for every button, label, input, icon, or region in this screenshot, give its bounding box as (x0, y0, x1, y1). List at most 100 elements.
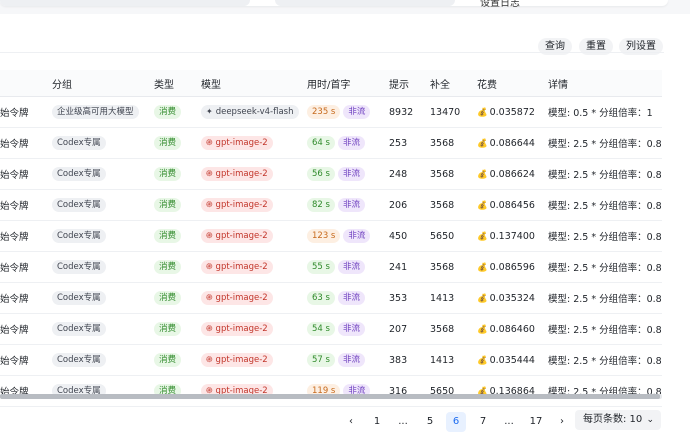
model-icon: ֎ (206, 200, 213, 209)
page-button-17[interactable]: 17 (526, 412, 546, 432)
model-cell: ֎ gpt-image-2 (201, 344, 307, 376)
cost-cell: 💰 0.035872 (477, 96, 548, 128)
horizontal-scrollbar[interactable] (0, 394, 662, 399)
chevron-down-icon: ⌄ (646, 415, 654, 425)
col-detail: 详情 (548, 70, 662, 97)
toolbar-divider (0, 52, 664, 53)
pagination-ellipsis[interactable]: ... (499, 412, 519, 432)
completion-cell: 5650 (430, 220, 477, 252)
cost-value: 0.086460 (489, 323, 535, 335)
model-tag[interactable]: ✦ deepseek-v4-flash (201, 105, 299, 119)
table-row[interactable]: 始令牌 Codex专属 消费 ֎ gpt-image-2 57 s 非流 383 1… (0, 344, 662, 376)
group-cell: Codex专属 (52, 344, 154, 376)
model-tag[interactable]: ֎ gpt-image-2 (201, 260, 273, 274)
token-cell: 始令牌 (0, 158, 52, 190)
time-tag: 57 s (307, 353, 335, 367)
type-cell: 消费 (154, 158, 201, 190)
prompt-cell: 450 (389, 220, 430, 252)
table-row[interactable]: 始令牌 Codex专属 消费 ֎ gpt-image-2 63 s 非流 353 1… (0, 282, 662, 314)
model-tag[interactable]: ֎ gpt-image-2 (201, 229, 273, 243)
type-tag: 消费 (154, 105, 182, 119)
table-row[interactable]: 始令牌 Codex专属 消费 ֎ gpt-image-2 123 s 非流 450 … (0, 220, 662, 252)
money-bag-icon: 💰 (477, 231, 488, 242)
scrollbar-thumb[interactable] (0, 394, 660, 399)
table-row[interactable]: 始令牌 Codex专属 消费 ֎ gpt-image-2 54 s 非流 207 3… (0, 313, 662, 345)
model-name: gpt-image-2 (215, 324, 268, 334)
model-tag[interactable]: ֎ gpt-image-2 (201, 136, 273, 150)
model-name: gpt-image-2 (215, 138, 268, 148)
money-bag-icon: 💰 (477, 138, 488, 149)
prev-page-button[interactable]: ‹ (341, 412, 361, 432)
cost-cell: 💰 0.086644 (477, 127, 548, 159)
group-cell: Codex专属 (52, 313, 154, 345)
table-row[interactable]: 始令牌 Codex专属 消费 ֎ gpt-image-2 119 s 非流 316 … (0, 375, 662, 407)
model-cell: ֎ gpt-image-2 (201, 375, 307, 407)
model-tag[interactable]: ֎ gpt-image-2 (201, 167, 273, 181)
col-type: 类型 (154, 70, 201, 97)
model-tag[interactable]: ֎ gpt-image-2 (201, 291, 273, 305)
type-tag: 消费 (154, 136, 182, 150)
type-tag: 消费 (154, 167, 182, 181)
money-bag-icon: 💰 (477, 262, 488, 273)
time-cell: 235 s 非流 (307, 96, 389, 128)
filter-input-stub[interactable] (275, 0, 455, 6)
time-cell: 119 s 非流 (307, 375, 389, 407)
col-cost: 花费 (477, 70, 548, 97)
money-bag-icon: 💰 (477, 107, 488, 118)
cost-cell: 💰 0.137400 (477, 220, 548, 252)
group-tag: 企业级高可用大模型 (52, 105, 139, 119)
page-button-6[interactable]: 6 (446, 412, 466, 432)
model-tag[interactable]: ֎ gpt-image-2 (201, 353, 273, 367)
group-tag: Codex专属 (52, 229, 106, 243)
table-row[interactable]: 始令牌 Codex专属 消费 ֎ gpt-image-2 64 s 非流 253 3… (0, 127, 662, 159)
group-tag: Codex专属 (52, 198, 106, 212)
logs-panel: 查询 重置 列设置 分组 类型 模型 用时/首字 提示 补全 花费 详情 始令牌… (0, 14, 690, 446)
model-cell: ✦ deepseek-v4-flash (201, 96, 307, 128)
per-page-select[interactable]: 每页条数: 10 ⌄ (575, 410, 661, 430)
money-bag-icon: 💰 (477, 293, 488, 304)
prompt-cell: 241 (389, 251, 430, 283)
completion-cell: 3568 (430, 158, 477, 190)
page-button-5[interactable]: 5 (420, 412, 440, 432)
model-cell: ֎ gpt-image-2 (201, 313, 307, 345)
stream-tag: 非流 (337, 198, 365, 212)
type-tag: 消费 (154, 260, 182, 274)
completion-cell: 1413 (430, 282, 477, 314)
cost-cell: 💰 0.086456 (477, 189, 548, 221)
token-cell: 始令牌 (0, 313, 52, 345)
token-cell: 始令牌 (0, 375, 52, 407)
money-bag-icon: 💰 (477, 324, 488, 335)
stream-tag: 非流 (337, 136, 365, 150)
table-row[interactable]: 始令牌 Codex专属 消费 ֎ gpt-image-2 82 s 非流 206 3… (0, 189, 662, 221)
model-icon: ֎ (206, 324, 213, 333)
time-cell: 57 s 非流 (307, 344, 389, 376)
stream-tag: 非流 (343, 105, 371, 119)
group-cell: Codex专属 (52, 158, 154, 190)
col-completion: 补全 (430, 70, 477, 97)
stream-tag: 非流 (343, 229, 371, 243)
page-button-1[interactable]: 1 (367, 412, 387, 432)
model-name: gpt-image-2 (215, 169, 268, 179)
time-tag: 64 s (307, 136, 335, 150)
table-row[interactable]: 始令牌 Codex专属 消费 ֎ gpt-image-2 55 s 非流 241 3… (0, 251, 662, 283)
model-tag[interactable]: ֎ gpt-image-2 (201, 198, 273, 212)
pagination-ellipsis[interactable]: ... (393, 412, 413, 432)
model-icon: ✦ (206, 107, 213, 116)
per-page-label: 每页条数: 10 (583, 414, 643, 425)
filter-input-stub[interactable] (0, 0, 250, 6)
table-row[interactable]: 始令牌 Codex专属 消费 ֎ gpt-image-2 56 s 非流 248 3… (0, 158, 662, 190)
cost-value: 0.086596 (489, 261, 535, 273)
next-page-button[interactable]: › (552, 412, 572, 432)
page-button-7[interactable]: 7 (473, 412, 493, 432)
table-header: 分组 类型 模型 用时/首字 提示 补全 花费 详情 (0, 70, 662, 97)
table-row[interactable]: 始令牌 企业级高可用大模型 消费 ✦ deepseek-v4-flash 235 … (0, 96, 662, 128)
model-name: deepseek-v4-flash (215, 107, 294, 117)
money-bag-icon: 💰 (477, 200, 488, 211)
time-tag: 54 s (307, 322, 335, 336)
model-name: gpt-image-2 (215, 200, 268, 210)
model-tag[interactable]: ֎ gpt-image-2 (201, 322, 273, 336)
type-tag: 消费 (154, 198, 182, 212)
group-cell: Codex专属 (52, 282, 154, 314)
stream-tag: 非流 (337, 291, 365, 305)
model-cell: ֎ gpt-image-2 (201, 158, 307, 190)
